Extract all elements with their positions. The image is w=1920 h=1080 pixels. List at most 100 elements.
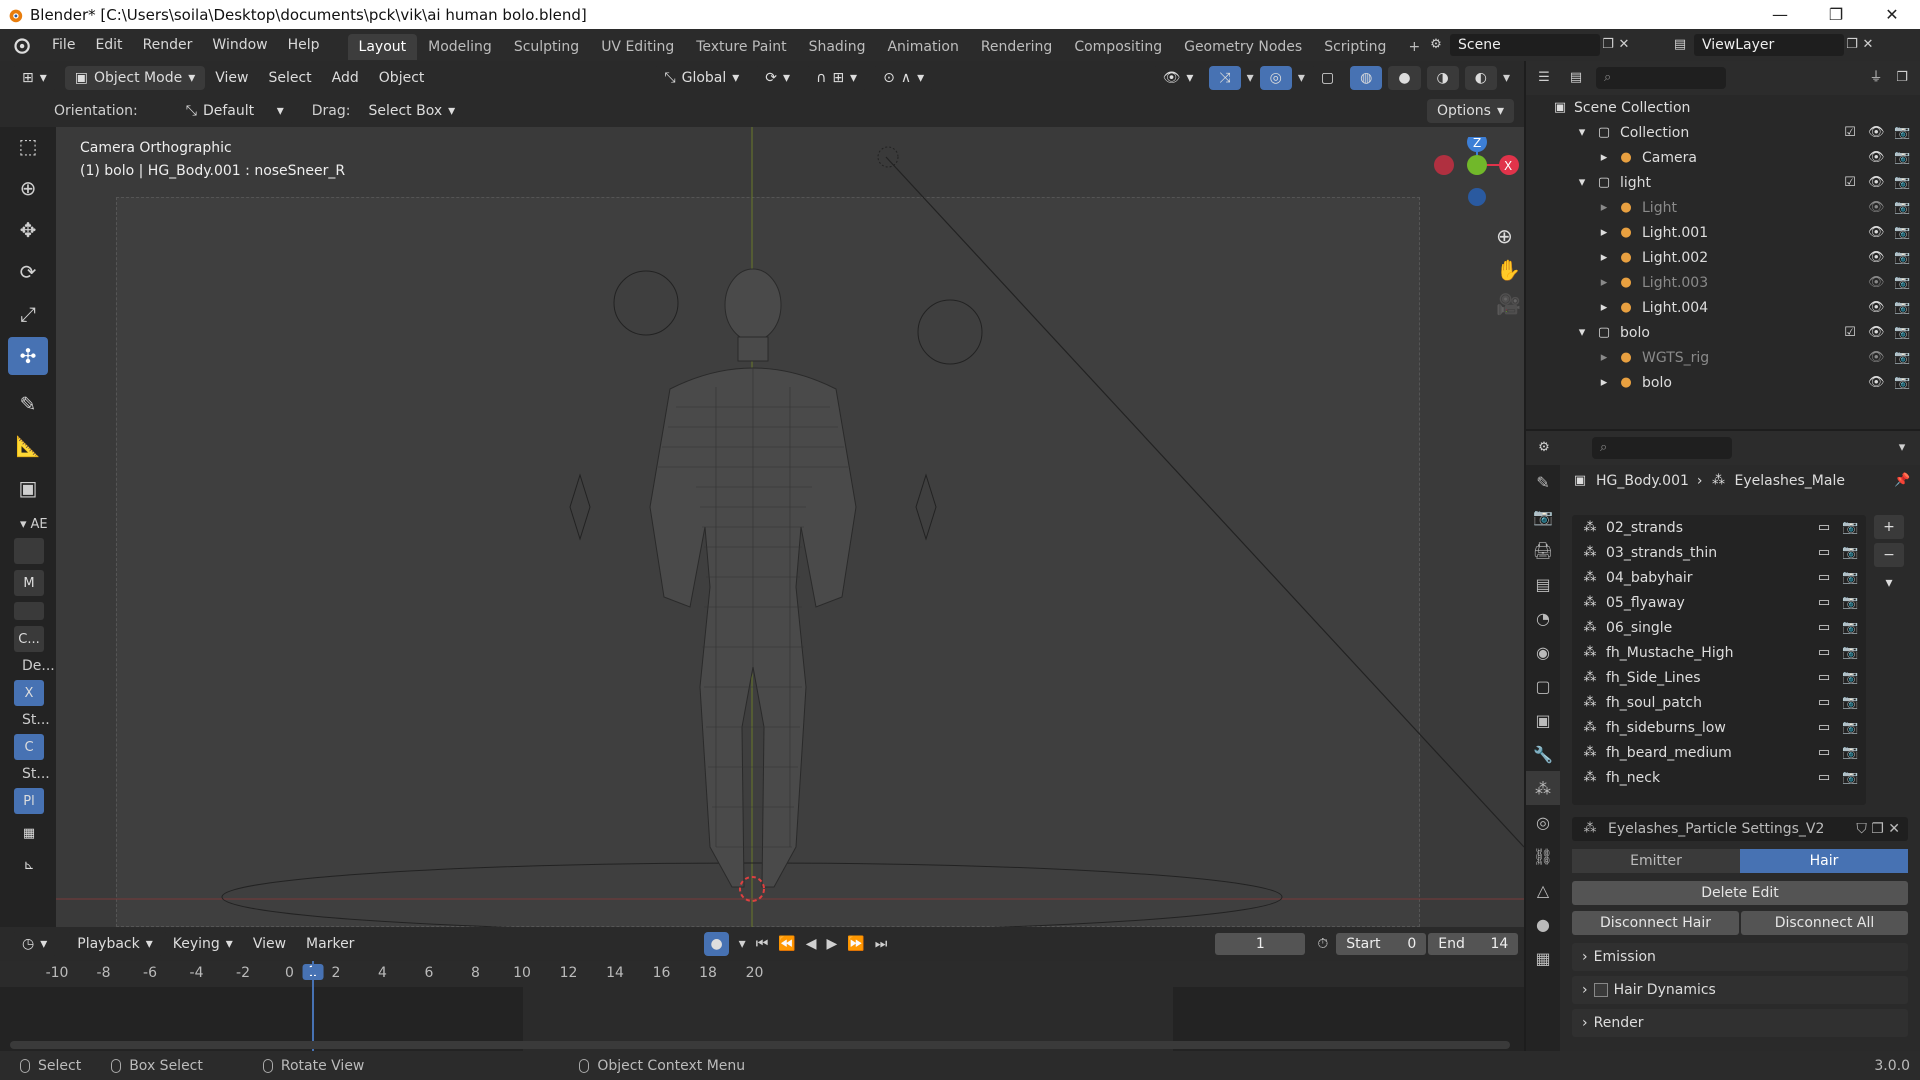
menu-file[interactable]: File: [42, 29, 85, 61]
viewport-menu-select[interactable]: Select: [258, 70, 321, 86]
camera-icon[interactable]: 📷: [1842, 570, 1858, 586]
outliner-row[interactable]: ▸ ● Camera 👁 📷: [1526, 145, 1920, 170]
disconnect-all-button[interactable]: Disconnect All: [1741, 911, 1908, 935]
eye-icon[interactable]: 👁: [1868, 150, 1885, 166]
tab-scripting[interactable]: Scripting: [1313, 34, 1397, 60]
list-item[interactable]: ⁂ fh_soul_patch ▭ 📷: [1572, 690, 1866, 715]
close-button[interactable]: ✕: [1864, 0, 1920, 29]
expand-down-icon[interactable]: ▾: [1574, 325, 1590, 341]
checkbox-icon[interactable]: ☑: [1842, 125, 1858, 141]
checkbox-icon[interactable]: ☑: [1842, 175, 1858, 191]
panel-hair-dynamics[interactable]: › Hair Dynamics: [1572, 976, 1908, 1004]
camera-icon[interactable]: 📷: [1842, 645, 1858, 661]
outliner-scene-collection[interactable]: ▣ Scene Collection: [1526, 95, 1920, 120]
list-item[interactable]: ⁂ fh_Mustache_High ▭ 📷: [1572, 640, 1866, 665]
addon-m-button[interactable]: M: [14, 570, 44, 596]
tab-scene-icon[interactable]: ◔: [1526, 601, 1560, 635]
camera-icon[interactable]: 📷: [1842, 595, 1858, 611]
camera-icon[interactable]: 📷: [1894, 200, 1910, 216]
camera-icon[interactable]: 📷: [1894, 325, 1910, 341]
hair-dynamics-checkbox[interactable]: [1593, 983, 1608, 997]
timeline-ruler[interactable]: -10-8-6-4-2024681012141618201: [0, 961, 1524, 987]
tab-tool-icon[interactable]: ✎: [1526, 465, 1560, 499]
scene-field[interactable]: Scene: [1450, 34, 1600, 56]
camera-icon[interactable]: 📷: [1842, 770, 1858, 786]
tab-view-layer-icon[interactable]: ▤: [1526, 567, 1560, 601]
list-item[interactable]: ⁂ fh_Side_Lines ▭ 📷: [1572, 665, 1866, 690]
auto-keying-toggle[interactable]: ●: [704, 932, 729, 956]
panel-emission[interactable]: › Emission: [1572, 943, 1908, 971]
camera-icon[interactable]: 📷: [1894, 225, 1910, 241]
new-viewlayer-icon[interactable]: ❐: [1844, 37, 1860, 53]
monitor-icon[interactable]: ▭: [1816, 545, 1832, 561]
eye-icon[interactable]: 👁: [1868, 225, 1885, 241]
tab-particles-icon[interactable]: ⁂: [1526, 771, 1560, 805]
camera-view-icon[interactable]: 🎥: [1496, 292, 1521, 316]
add-cube-tool[interactable]: ▣: [8, 469, 48, 507]
rotate-tool[interactable]: ⟳: [8, 253, 48, 291]
list-item[interactable]: ⁂ 04_babyhair ▭ 📷: [1572, 565, 1866, 590]
eye-icon[interactable]: 👁: [1868, 375, 1885, 391]
blender-menu-icon[interactable]: [10, 34, 32, 56]
viewlayer-field[interactable]: ViewLayer: [1694, 34, 1844, 56]
eye-icon[interactable]: 👁: [1868, 250, 1885, 266]
panel-render[interactable]: › Render: [1572, 1009, 1908, 1037]
tab-physics-icon[interactable]: ◎: [1526, 805, 1560, 839]
particle-system-list[interactable]: ⁂ 02_strands ▭ 📷 ⁂ 03_strands_thin ▭ 📷 ⁂ 04_babyh…: [1572, 515, 1866, 805]
add-workspace-button[interactable]: +: [1397, 34, 1431, 60]
visibility-dropdown[interactable]: 👁 ▾: [1152, 66, 1204, 90]
playback-menu[interactable]: Playback ▾: [67, 932, 163, 956]
properties-search-input[interactable]: ⌕: [1592, 437, 1732, 459]
pin-icon[interactable]: 📌: [1894, 473, 1910, 489]
outliner-row[interactable]: ▸ ● Light.001 👁 📷: [1526, 220, 1920, 245]
list-item[interactable]: ⁂ fh_beard_medium ▭ 📷: [1572, 740, 1866, 765]
tab-shading[interactable]: Shading: [798, 34, 877, 60]
expand-down-icon[interactable]: ▾: [1574, 175, 1590, 191]
expand-right-icon[interactable]: ▸: [1596, 300, 1612, 316]
list-item[interactable]: ⁂ 05_flyaway ▭ 📷: [1572, 590, 1866, 615]
outliner-row[interactable]: ▸ ● Light.004 👁 📷: [1526, 295, 1920, 320]
proportional-edit-toggle[interactable]: ⊙ ∧ ▾: [873, 66, 935, 90]
expand-right-icon[interactable]: ▸: [1596, 200, 1612, 216]
addon-x-button[interactable]: X: [14, 680, 44, 706]
shading-solid-button[interactable]: ●: [1388, 66, 1421, 90]
eye-icon[interactable]: 👁: [1868, 300, 1885, 316]
tab-layout[interactable]: Layout: [347, 33, 418, 60]
camera-icon[interactable]: 📷: [1842, 670, 1858, 686]
type-emitter-button[interactable]: Emitter: [1572, 849, 1740, 873]
axis-neg-x-icon[interactable]: [1434, 155, 1454, 175]
monitor-icon[interactable]: ▭: [1816, 720, 1832, 736]
measure-tool[interactable]: 📐: [8, 427, 48, 465]
monitor-icon[interactable]: ▭: [1816, 620, 1832, 636]
eye-icon[interactable]: 👁: [1868, 125, 1885, 141]
jump-keyframe-forward-icon[interactable]: ⏩: [847, 936, 864, 952]
eye-icon[interactable]: 👁: [1868, 200, 1885, 216]
camera-icon[interactable]: 📷: [1894, 125, 1910, 141]
tab-modifier-icon[interactable]: 🔧: [1526, 737, 1560, 771]
display-mode-icon[interactable]: ▤: [1568, 70, 1584, 86]
eye-icon[interactable]: 👁: [1868, 325, 1885, 341]
properties-options-icon[interactable]: ▾: [1894, 440, 1910, 456]
outliner-row[interactable]: ▾ ▢ bolo ☑ 👁 📷: [1526, 320, 1920, 345]
expand-right-icon[interactable]: ▸: [1596, 275, 1612, 291]
cursor-tool[interactable]: ⊕: [8, 169, 48, 207]
outliner-editor-icon[interactable]: ☰: [1536, 70, 1552, 86]
viewlayer-selector[interactable]: ▤ ViewLayer ❐ ✕: [1672, 33, 1912, 57]
start-frame-field[interactable]: Start 0: [1336, 933, 1427, 955]
tab-texture-paint[interactable]: Texture Paint: [685, 34, 797, 60]
tab-animation[interactable]: Animation: [876, 34, 969, 60]
select-box-tool[interactable]: ⬚: [8, 127, 48, 165]
current-frame-field[interactable]: 1: [1215, 933, 1306, 955]
pan-hand-icon[interactable]: ✋: [1496, 258, 1521, 282]
tab-render-icon[interactable]: 📷: [1526, 499, 1560, 533]
scene-selector[interactable]: ⚙ Scene ❐ ✕: [1428, 33, 1658, 57]
menu-edit[interactable]: Edit: [85, 29, 132, 61]
expand-right-icon[interactable]: ▸: [1596, 375, 1612, 391]
remove-particle-system-button[interactable]: −: [1874, 543, 1904, 567]
monitor-icon[interactable]: ▭: [1816, 695, 1832, 711]
delete-edit-button[interactable]: Delete Edit: [1572, 881, 1908, 905]
tab-object-icon[interactable]: ▣: [1526, 703, 1560, 737]
tab-compositing[interactable]: Compositing: [1063, 34, 1173, 60]
camera-icon[interactable]: 📷: [1842, 720, 1858, 736]
xray-toggle[interactable]: ▢: [1310, 66, 1345, 90]
